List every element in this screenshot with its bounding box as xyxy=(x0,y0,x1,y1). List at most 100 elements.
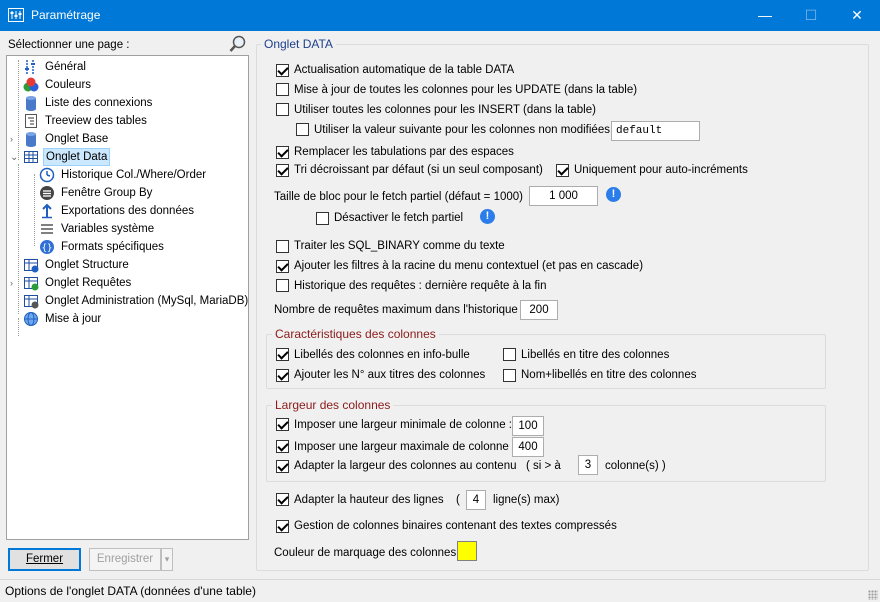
chevron-right-icon[interactable]: › xyxy=(10,135,19,144)
disable-fetch-label: Désactiver le fetch partiel xyxy=(334,212,464,224)
chevron-right-icon[interactable]: › xyxy=(10,279,19,288)
row-height-prefix: ( xyxy=(456,494,460,506)
auto-increment-checkbox[interactable] xyxy=(556,164,569,177)
close-button-label: Fermer xyxy=(25,553,64,565)
num-labels-label: Nom+libellés en titre des colonnes xyxy=(521,369,697,381)
admin-icon xyxy=(24,295,39,309)
page-selector-label: Sélectionner une page : xyxy=(8,39,130,51)
palette-icon xyxy=(23,77,39,92)
sql-binary-checkbox[interactable] xyxy=(276,240,289,253)
structure-icon xyxy=(24,259,39,273)
close-window-button[interactable]: ✕ xyxy=(834,0,880,31)
replace-tabs-checkbox[interactable] xyxy=(276,146,289,159)
max-width-input[interactable]: 400 xyxy=(512,437,544,457)
tree-item-label: Onglet Structure xyxy=(45,259,129,271)
update-all-checkbox[interactable] xyxy=(276,83,289,96)
add-numbers-checkbox[interactable] xyxy=(276,369,289,382)
tree-item-label: Général xyxy=(45,61,86,73)
sliders-icon xyxy=(25,60,35,74)
status-text: Options de l'onglet DATA (données d'une … xyxy=(5,584,256,598)
history-last-checkbox[interactable] xyxy=(276,279,289,292)
max-queries-input[interactable]: 200 xyxy=(520,300,558,320)
title-labels-checkbox[interactable] xyxy=(503,348,516,361)
fit-content-checkbox[interactable] xyxy=(276,460,289,473)
binary-columns-label: Gestion de colonnes binaires contenant d… xyxy=(294,520,617,532)
fetch-block-label: Taille de bloc pour le fetch partiel (dé… xyxy=(274,191,524,203)
min-width-label: Imposer une largeur minimale de colonne … xyxy=(294,419,512,431)
grid-icon xyxy=(24,151,38,163)
min-width-input[interactable]: 100 xyxy=(512,416,544,436)
chevron-down-icon[interactable]: ⌄ xyxy=(10,153,19,163)
fit-content-input[interactable]: 3 xyxy=(578,455,598,475)
title-bar: Paramétrage — ☐ ✕ xyxy=(0,0,880,31)
tooltip-labels-checkbox[interactable] xyxy=(276,348,289,361)
marker-color-label: Couleur de marquage des colonnes : xyxy=(274,547,463,559)
save-dropdown-button: ▾ xyxy=(161,548,173,571)
max-width-checkbox[interactable] xyxy=(276,440,289,453)
status-bar: Options de l'onglet DATA (données d'une … xyxy=(0,579,880,602)
row-height-suffix: ligne(s) max) xyxy=(493,494,560,506)
database-icon xyxy=(26,132,36,147)
min-width-checkbox[interactable] xyxy=(276,418,289,431)
braces-icon: {} xyxy=(40,240,54,254)
tree-item-label: Treeview des tables xyxy=(45,115,147,127)
marker-color-swatch[interactable] xyxy=(457,541,477,561)
default-value-label: Utiliser la valeur suivante pour les col… xyxy=(314,124,617,136)
svg-text:{}: {} xyxy=(42,244,53,254)
columns-group-title: Caractéristiques des colonnes xyxy=(272,327,439,341)
auto-increment-label: Uniquement pour auto-incréments xyxy=(574,164,748,176)
width-group-title: Largeur des colonnes xyxy=(272,398,394,412)
app-settings-icon xyxy=(8,8,24,22)
list-icon xyxy=(41,224,53,234)
default-value-input[interactable]: default xyxy=(611,121,700,141)
auto-refresh-checkbox[interactable] xyxy=(276,64,289,77)
resize-grip-icon[interactable] xyxy=(868,590,878,600)
insert-all-checkbox[interactable] xyxy=(276,103,289,116)
tree-item-label: Onglet Requêtes xyxy=(45,277,132,289)
tree-item-label: Mise à jour xyxy=(45,313,102,325)
add-numbers-label: Ajouter les N° aux titres des colonnes xyxy=(294,369,486,381)
tree-item-label: Onglet Base xyxy=(45,133,109,145)
maximize-button: ☐ xyxy=(804,7,818,23)
fetch-block-input[interactable]: 1 000 xyxy=(529,186,598,206)
tree-item-label: Couleurs xyxy=(45,79,92,91)
tree-item-label: Formats spécifiques xyxy=(61,241,164,253)
max-width-label: Imposer une largeur maximale de colonne … xyxy=(294,441,516,453)
group-icon xyxy=(40,186,54,200)
tree-item-label: Fenêtre Group By xyxy=(61,187,153,199)
globe-icon xyxy=(24,312,38,326)
minimize-button[interactable]: — xyxy=(742,0,788,31)
binary-columns-checkbox[interactable] xyxy=(276,520,289,533)
tree-item-label: Variables système xyxy=(61,223,155,235)
fit-content-suffix: colonne(s) ) xyxy=(605,460,666,472)
max-queries-label: Nombre de requêtes maximum dans l'histor… xyxy=(274,304,525,316)
export-arrow-icon xyxy=(42,203,52,219)
search-icon[interactable] xyxy=(229,35,247,53)
num-labels-checkbox[interactable] xyxy=(503,369,516,382)
query-icon xyxy=(24,277,39,291)
tree-document-icon xyxy=(25,114,37,128)
info-icon[interactable]: ! xyxy=(606,187,621,202)
update-all-label: Mise à jour de toutes les colonnes pour … xyxy=(294,84,638,96)
tree-item-label: Liste des connexions xyxy=(45,97,153,109)
sort-desc-checkbox[interactable] xyxy=(276,164,289,177)
root-filters-checkbox[interactable] xyxy=(276,260,289,273)
default-value-checkbox[interactable] xyxy=(296,123,309,136)
info-icon[interactable]: ! xyxy=(480,209,495,224)
row-height-input[interactable]: 4 xyxy=(466,490,486,510)
tree-item-label: Historique Col./Where/Order xyxy=(61,169,207,181)
sort-desc-label: Tri décroissant par défaut (si un seul c… xyxy=(294,164,543,176)
page-tree[interactable]: Général Couleurs Liste des connexions Tr… xyxy=(6,55,249,540)
database-icon xyxy=(26,96,36,111)
disable-fetch-checkbox[interactable] xyxy=(316,212,329,225)
history-last-label: Historique des requêtes : dernière requê… xyxy=(294,280,547,292)
save-button: Enregistrer xyxy=(89,548,161,571)
tree-item-label: Onglet Administration (MySql, MariaDB) xyxy=(45,295,249,307)
close-button[interactable]: Fermer xyxy=(8,548,81,571)
tree-item-label: Exportations des données xyxy=(61,205,194,217)
insert-all-label: Utiliser toutes les colonnes pour les IN… xyxy=(294,104,596,116)
row-height-label: Adapter la hauteur des lignes xyxy=(294,494,444,506)
row-height-checkbox[interactable] xyxy=(276,493,289,506)
tree-item-label: Onglet Data xyxy=(43,148,111,166)
sql-binary-label: Traiter les SQL_BINARY comme du texte xyxy=(294,240,505,252)
